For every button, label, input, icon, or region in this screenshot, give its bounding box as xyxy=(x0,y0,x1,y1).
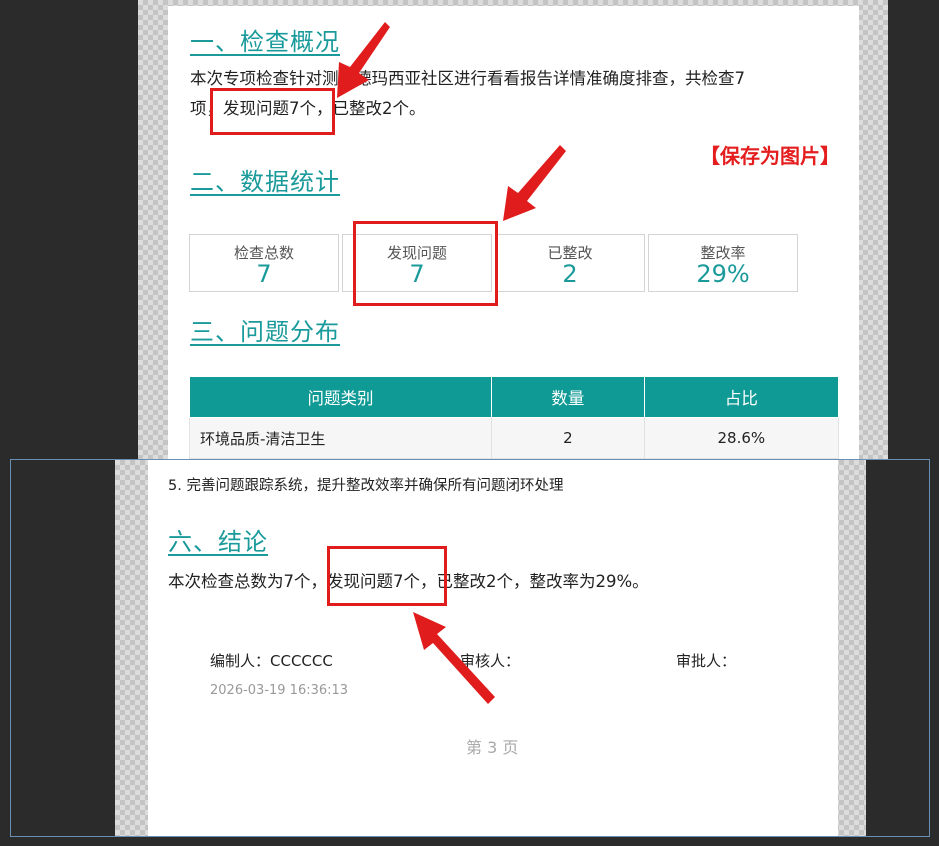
arrow-icon xyxy=(337,22,390,98)
arrow-icon xyxy=(413,612,495,704)
annotation-arrows xyxy=(337,22,566,704)
arrow-icon xyxy=(503,145,566,221)
